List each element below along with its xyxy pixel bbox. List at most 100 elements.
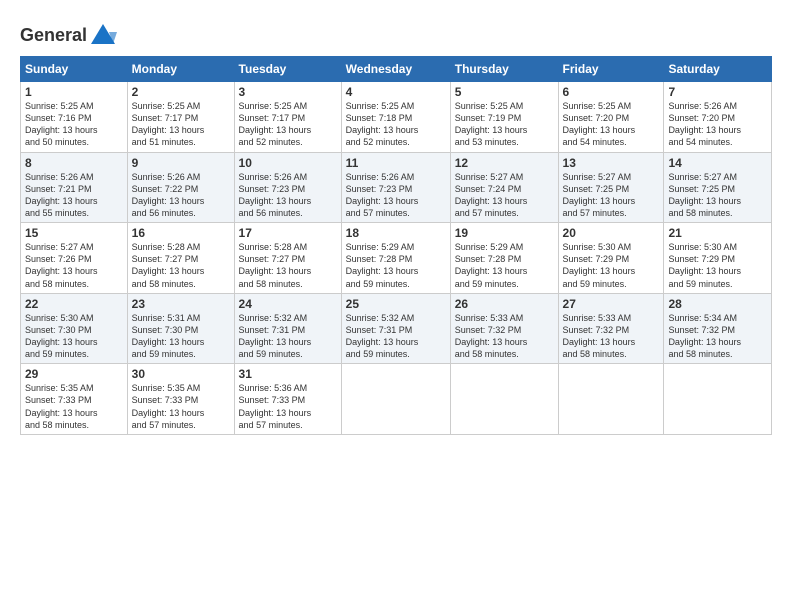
day-info: Sunrise: 5:32 AM Sunset: 7:31 PM Dayligh… [346,312,446,361]
calendar-cell [341,364,450,435]
weekday-header-saturday: Saturday [664,57,772,82]
day-number: 20 [563,226,660,240]
day-info: Sunrise: 5:26 AM Sunset: 7:23 PM Dayligh… [346,171,446,220]
day-number: 10 [239,156,337,170]
day-info: Sunrise: 5:25 AM Sunset: 7:17 PM Dayligh… [132,100,230,149]
day-number: 17 [239,226,337,240]
calendar-cell: 3Sunrise: 5:25 AM Sunset: 7:17 PM Daylig… [234,82,341,153]
calendar-cell: 29Sunrise: 5:35 AM Sunset: 7:33 PM Dayli… [21,364,128,435]
day-info: Sunrise: 5:30 AM Sunset: 7:29 PM Dayligh… [668,241,767,290]
day-info: Sunrise: 5:27 AM Sunset: 7:26 PM Dayligh… [25,241,123,290]
calendar-cell: 27Sunrise: 5:33 AM Sunset: 7:32 PM Dayli… [558,293,664,364]
day-info: Sunrise: 5:26 AM Sunset: 7:20 PM Dayligh… [668,100,767,149]
day-number: 3 [239,85,337,99]
day-info: Sunrise: 5:25 AM Sunset: 7:17 PM Dayligh… [239,100,337,149]
calendar-cell: 9Sunrise: 5:26 AM Sunset: 7:22 PM Daylig… [127,152,234,223]
day-number: 23 [132,297,230,311]
calendar-cell: 2Sunrise: 5:25 AM Sunset: 7:17 PM Daylig… [127,82,234,153]
calendar-cell: 16Sunrise: 5:28 AM Sunset: 7:27 PM Dayli… [127,223,234,294]
calendar-cell: 26Sunrise: 5:33 AM Sunset: 7:32 PM Dayli… [450,293,558,364]
day-info: Sunrise: 5:25 AM Sunset: 7:20 PM Dayligh… [563,100,660,149]
day-number: 6 [563,85,660,99]
day-info: Sunrise: 5:34 AM Sunset: 7:32 PM Dayligh… [668,312,767,361]
calendar-cell: 11Sunrise: 5:26 AM Sunset: 7:23 PM Dayli… [341,152,450,223]
calendar-cell: 18Sunrise: 5:29 AM Sunset: 7:28 PM Dayli… [341,223,450,294]
calendar-cell: 28Sunrise: 5:34 AM Sunset: 7:32 PM Dayli… [664,293,772,364]
calendar-cell: 14Sunrise: 5:27 AM Sunset: 7:25 PM Dayli… [664,152,772,223]
calendar-cell: 1Sunrise: 5:25 AM Sunset: 7:16 PM Daylig… [21,82,128,153]
day-number: 19 [455,226,554,240]
day-number: 22 [25,297,123,311]
day-number: 28 [668,297,767,311]
calendar-cell: 30Sunrise: 5:35 AM Sunset: 7:33 PM Dayli… [127,364,234,435]
weekday-header-tuesday: Tuesday [234,57,341,82]
day-info: Sunrise: 5:33 AM Sunset: 7:32 PM Dayligh… [563,312,660,361]
calendar-cell: 5Sunrise: 5:25 AM Sunset: 7:19 PM Daylig… [450,82,558,153]
day-info: Sunrise: 5:25 AM Sunset: 7:18 PM Dayligh… [346,100,446,149]
day-number: 18 [346,226,446,240]
week-row-4: 22Sunrise: 5:30 AM Sunset: 7:30 PM Dayli… [21,293,772,364]
week-row-3: 15Sunrise: 5:27 AM Sunset: 7:26 PM Dayli… [21,223,772,294]
calendar-cell: 20Sunrise: 5:30 AM Sunset: 7:29 PM Dayli… [558,223,664,294]
weekday-header-row: SundayMondayTuesdayWednesdayThursdayFrid… [21,57,772,82]
day-info: Sunrise: 5:30 AM Sunset: 7:30 PM Dayligh… [25,312,123,361]
calendar-cell: 22Sunrise: 5:30 AM Sunset: 7:30 PM Dayli… [21,293,128,364]
day-info: Sunrise: 5:25 AM Sunset: 7:16 PM Dayligh… [25,100,123,149]
week-row-2: 8Sunrise: 5:26 AM Sunset: 7:21 PM Daylig… [21,152,772,223]
calendar-cell: 7Sunrise: 5:26 AM Sunset: 7:20 PM Daylig… [664,82,772,153]
day-number: 21 [668,226,767,240]
header: General [20,18,772,50]
calendar-cell: 19Sunrise: 5:29 AM Sunset: 7:28 PM Dayli… [450,223,558,294]
calendar-cell: 13Sunrise: 5:27 AM Sunset: 7:25 PM Dayli… [558,152,664,223]
weekday-header-sunday: Sunday [21,57,128,82]
weekday-header-friday: Friday [558,57,664,82]
weekday-header-wednesday: Wednesday [341,57,450,82]
calendar-table: SundayMondayTuesdayWednesdayThursdayFrid… [20,56,772,435]
day-info: Sunrise: 5:36 AM Sunset: 7:33 PM Dayligh… [239,382,337,431]
day-info: Sunrise: 5:26 AM Sunset: 7:22 PM Dayligh… [132,171,230,220]
day-number: 8 [25,156,123,170]
calendar-cell: 6Sunrise: 5:25 AM Sunset: 7:20 PM Daylig… [558,82,664,153]
day-number: 11 [346,156,446,170]
day-number: 7 [668,85,767,99]
day-number: 2 [132,85,230,99]
day-info: Sunrise: 5:35 AM Sunset: 7:33 PM Dayligh… [25,382,123,431]
day-number: 16 [132,226,230,240]
day-info: Sunrise: 5:26 AM Sunset: 7:23 PM Dayligh… [239,171,337,220]
calendar-cell: 4Sunrise: 5:25 AM Sunset: 7:18 PM Daylig… [341,82,450,153]
day-number: 5 [455,85,554,99]
day-info: Sunrise: 5:35 AM Sunset: 7:33 PM Dayligh… [132,382,230,431]
calendar-cell [558,364,664,435]
calendar-cell: 23Sunrise: 5:31 AM Sunset: 7:30 PM Dayli… [127,293,234,364]
week-row-5: 29Sunrise: 5:35 AM Sunset: 7:33 PM Dayli… [21,364,772,435]
day-info: Sunrise: 5:26 AM Sunset: 7:21 PM Dayligh… [25,171,123,220]
weekday-header-monday: Monday [127,57,234,82]
week-row-1: 1Sunrise: 5:25 AM Sunset: 7:16 PM Daylig… [21,82,772,153]
day-info: Sunrise: 5:32 AM Sunset: 7:31 PM Dayligh… [239,312,337,361]
day-info: Sunrise: 5:28 AM Sunset: 7:27 PM Dayligh… [132,241,230,290]
day-number: 29 [25,367,123,381]
day-number: 25 [346,297,446,311]
calendar-cell: 8Sunrise: 5:26 AM Sunset: 7:21 PM Daylig… [21,152,128,223]
calendar-cell: 21Sunrise: 5:30 AM Sunset: 7:29 PM Dayli… [664,223,772,294]
calendar-cell [664,364,772,435]
calendar-cell: 12Sunrise: 5:27 AM Sunset: 7:24 PM Dayli… [450,152,558,223]
calendar-cell: 24Sunrise: 5:32 AM Sunset: 7:31 PM Dayli… [234,293,341,364]
calendar-cell: 31Sunrise: 5:36 AM Sunset: 7:33 PM Dayli… [234,364,341,435]
calendar-cell: 25Sunrise: 5:32 AM Sunset: 7:31 PM Dayli… [341,293,450,364]
calendar-cell [450,364,558,435]
calendar-cell: 15Sunrise: 5:27 AM Sunset: 7:26 PM Dayli… [21,223,128,294]
calendar-cell: 10Sunrise: 5:26 AM Sunset: 7:23 PM Dayli… [234,152,341,223]
weekday-header-thursday: Thursday [450,57,558,82]
day-number: 12 [455,156,554,170]
day-info: Sunrise: 5:27 AM Sunset: 7:25 PM Dayligh… [668,171,767,220]
day-info: Sunrise: 5:25 AM Sunset: 7:19 PM Dayligh… [455,100,554,149]
day-number: 9 [132,156,230,170]
calendar-cell: 17Sunrise: 5:28 AM Sunset: 7:27 PM Dayli… [234,223,341,294]
day-number: 13 [563,156,660,170]
day-info: Sunrise: 5:30 AM Sunset: 7:29 PM Dayligh… [563,241,660,290]
day-number: 26 [455,297,554,311]
day-number: 24 [239,297,337,311]
day-info: Sunrise: 5:31 AM Sunset: 7:30 PM Dayligh… [132,312,230,361]
day-info: Sunrise: 5:29 AM Sunset: 7:28 PM Dayligh… [346,241,446,290]
